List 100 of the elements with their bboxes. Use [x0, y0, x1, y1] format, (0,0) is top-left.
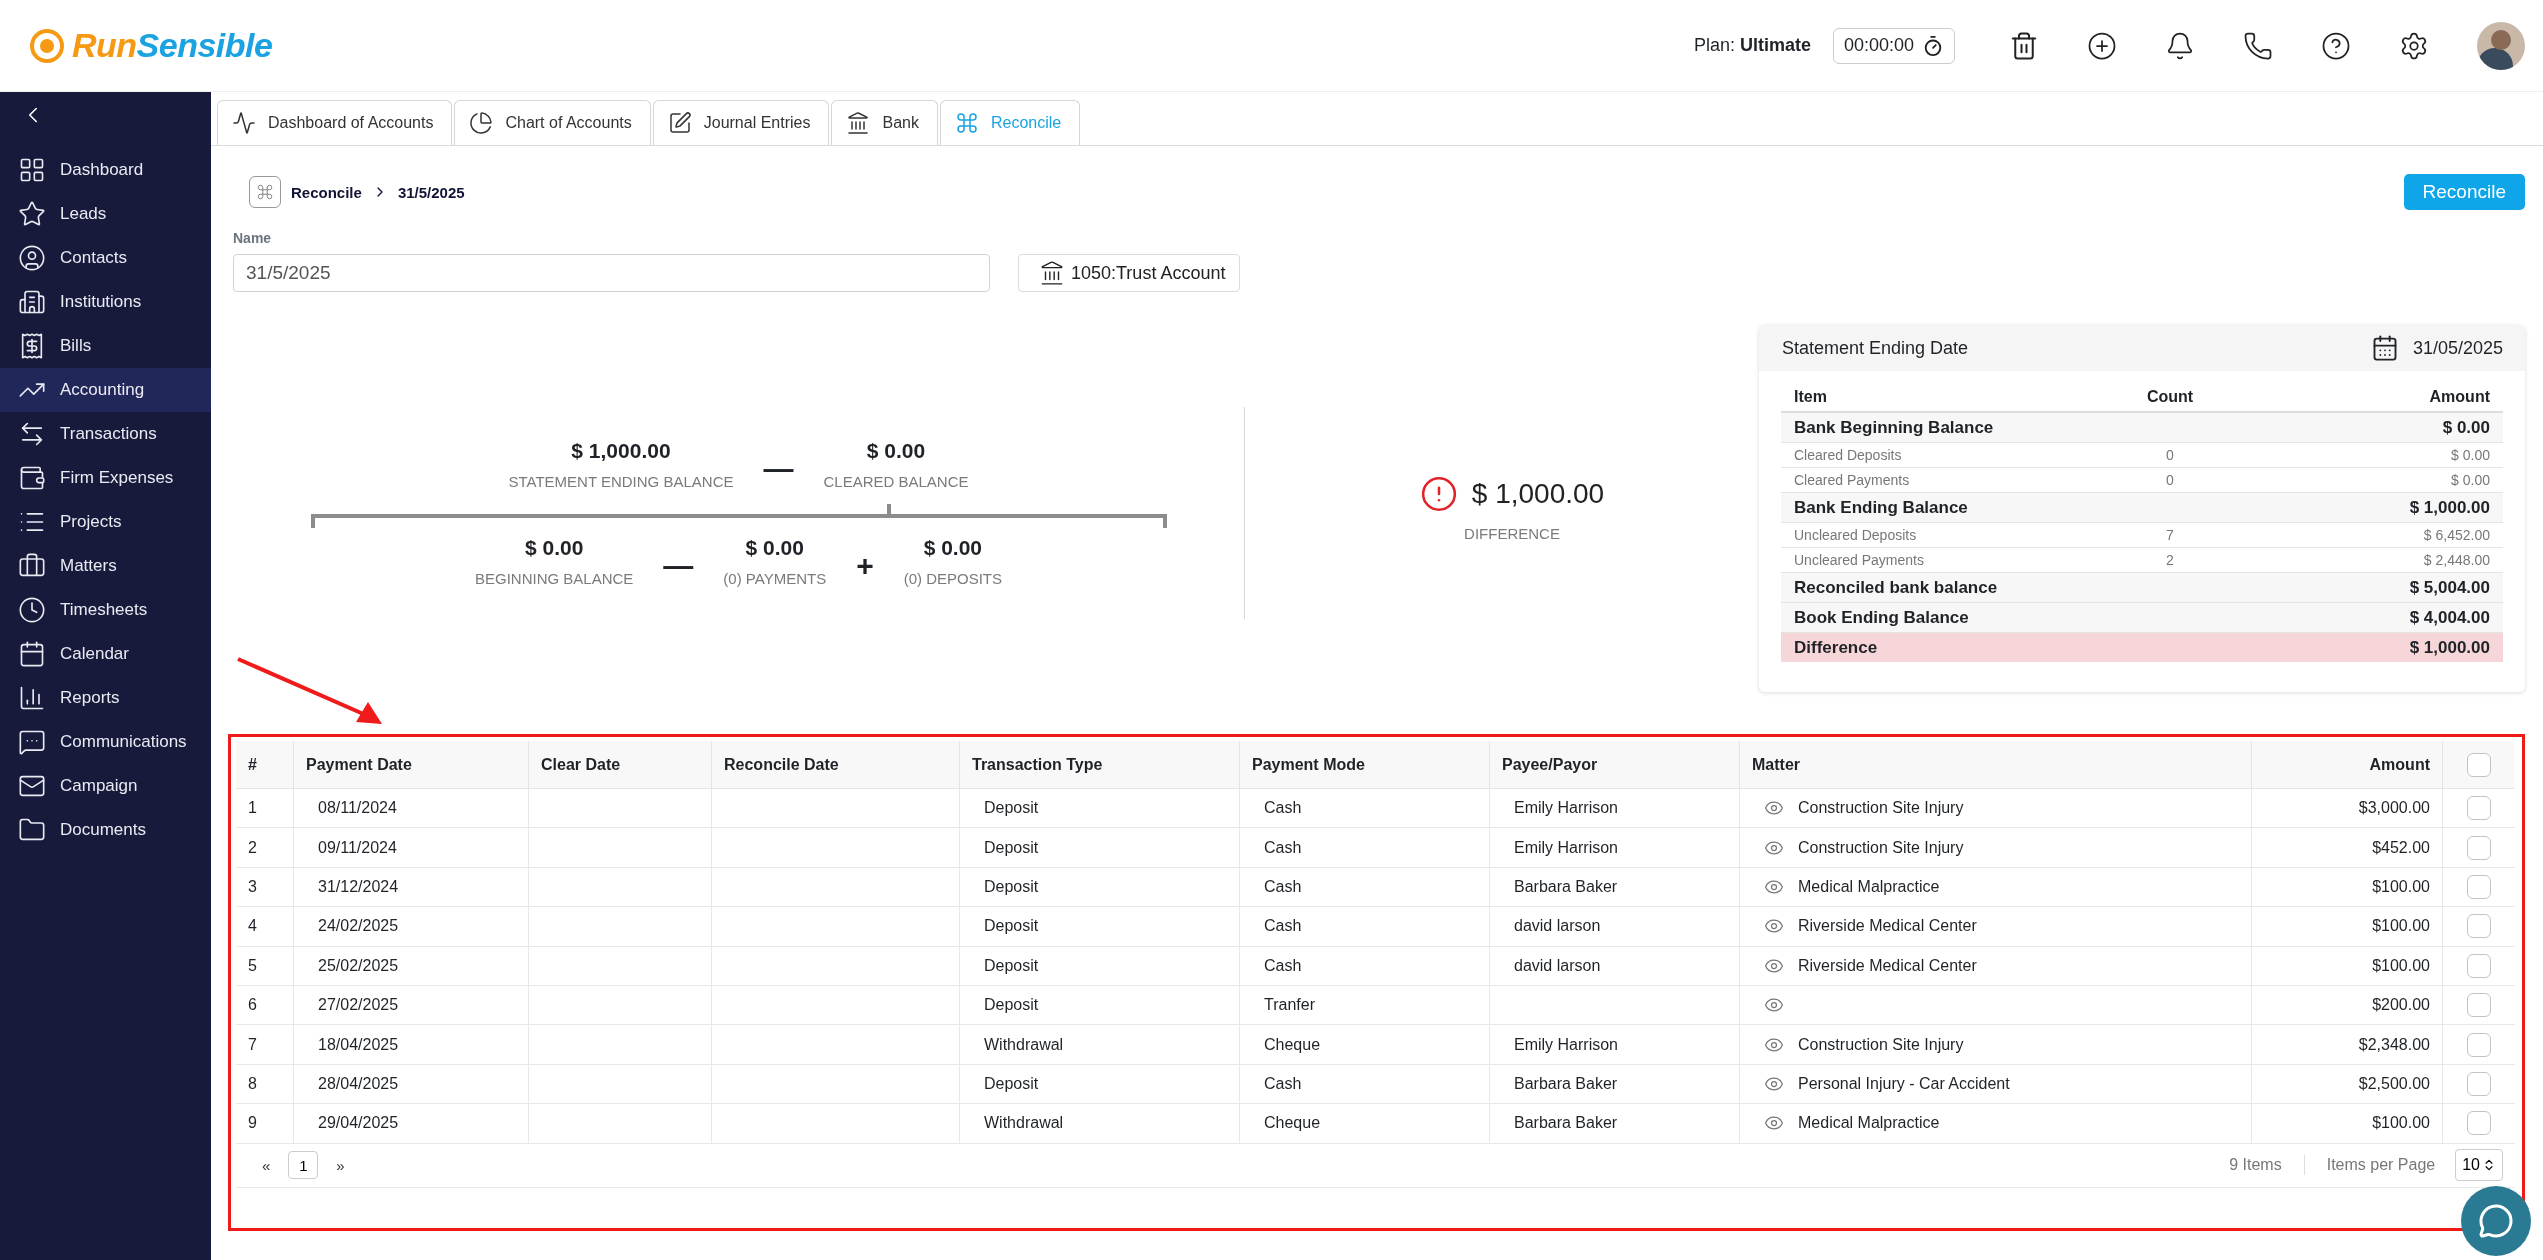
column-header: Reconcile Date — [712, 741, 960, 788]
table-cell: Emily Harrison — [1514, 1035, 1618, 1054]
previous-link[interactable]: « — [256, 1156, 277, 1174]
settings-icon[interactable] — [2399, 30, 2429, 61]
user-avatar[interactable] — [2477, 21, 2525, 70]
column-header: Payment Mode — [1240, 741, 1490, 788]
sidebar-item[interactable]: Documents — [0, 808, 211, 852]
table-cell: Withdrawal — [984, 1114, 1064, 1133]
next-link[interactable]: » — [330, 1156, 351, 1174]
balance-label: (0) PAYMENTS — [723, 569, 827, 587]
checkbox[interactable] — [2467, 1032, 2491, 1057]
difference-amount: $ 1,000.00 — [1471, 478, 1605, 510]
grid-icon — [18, 156, 46, 184]
row-number: 5 — [248, 956, 257, 975]
tab[interactable]: Dashboard of Accounts — [217, 100, 453, 145]
table-cell: 31/12/2024 — [318, 877, 399, 896]
row-number: 8 — [248, 1074, 257, 1093]
column-header: Matter — [1740, 741, 2252, 788]
column-header: Clear Date — [529, 741, 712, 788]
help-icon[interactable] — [2321, 30, 2351, 61]
column-header: Payment Date — [294, 741, 529, 788]
table-cell: Deposit — [984, 838, 1039, 857]
balance-label: BEGINNING BALANCE — [474, 569, 634, 587]
sidebar-item[interactable]: Calendar — [0, 632, 211, 676]
amount-text: $ 0.00 — [2441, 417, 2490, 438]
pencil-icon — [667, 111, 692, 135]
sidebar-item[interactable]: Bills — [0, 324, 211, 368]
checkbox[interactable] — [2467, 752, 2491, 777]
sidebar-item[interactable]: Timesheets — [0, 588, 211, 632]
per-page-select[interactable]: 10 — [2455, 1149, 2503, 1181]
sidebar-item[interactable]: Reports — [0, 676, 211, 720]
sidebar-item[interactable]: Matters — [0, 544, 211, 588]
amount-text: $ 0.00 — [2450, 472, 2490, 488]
breadcrumb-link[interactable]: Reconcile — [291, 183, 362, 201]
checkbox[interactable] — [2467, 914, 2491, 939]
item-text: Difference — [1794, 637, 1879, 658]
table-cell: david larson — [1514, 917, 1601, 936]
checkbox[interactable] — [2467, 835, 2491, 860]
sidebar-item[interactable]: Communications — [0, 720, 211, 764]
row-number: 2 — [248, 838, 257, 857]
table-cell: Cash — [1264, 877, 1302, 896]
page-button[interactable]: 1 — [288, 1151, 319, 1179]
table-cell: $2,500.00 — [2358, 1074, 2430, 1093]
per-page-label: Items per Page — [2326, 1156, 2436, 1174]
amount-text: $ 1,000.00 — [2408, 497, 2490, 518]
difference-label: DIFFERENCE — [1464, 525, 1560, 542]
checkbox[interactable] — [2467, 874, 2491, 899]
table-cell: Deposit — [984, 917, 1039, 936]
table-cell: Cash — [1264, 917, 1302, 936]
table-cell: Barbara Baker — [1514, 1114, 1618, 1133]
tab[interactable]: Chart of Accounts — [454, 100, 651, 145]
timer-field[interactable]: 00:00:00 — [1832, 27, 1955, 64]
sidebar-item[interactable]: Campaign — [0, 764, 211, 808]
count-text: 7 — [2165, 527, 2175, 543]
chat-bubble-icon — [2478, 1203, 2514, 1239]
pie-chart-icon — [469, 111, 494, 135]
add-icon[interactable] — [2087, 30, 2117, 61]
operator-sign: — — [663, 550, 694, 581]
balance-label: (0) DEPOSITS — [903, 569, 1003, 587]
bell-icon[interactable] — [2165, 30, 2195, 61]
checkbox[interactable] — [2467, 796, 2491, 821]
checkbox[interactable] — [2467, 1111, 2491, 1136]
row-number: 7 — [248, 1035, 257, 1054]
sidebar-item[interactable]: Accounting — [0, 368, 211, 412]
item-text: Uncleared Payments — [1794, 552, 1925, 568]
table-cell: Construction Site Injury — [1798, 799, 1964, 818]
table-cell: 29/04/2025 — [318, 1114, 399, 1133]
column-header: Transaction Type — [960, 741, 1240, 788]
table-cell: Riverside Medical Center — [1798, 956, 1977, 975]
bank-icon — [1039, 260, 1065, 286]
table-cell: Cash — [1264, 956, 1302, 975]
phone-icon[interactable] — [2243, 30, 2273, 61]
table-cell: Medical Malpractice — [1798, 1114, 1940, 1133]
table-cell: $200.00 — [2372, 996, 2430, 1015]
column-header: Amount — [2428, 388, 2490, 406]
trash-icon[interactable] — [2009, 30, 2039, 61]
building-icon — [18, 288, 46, 316]
tab[interactable]: Journal Entries — [652, 100, 830, 145]
sidebar-item[interactable]: Contacts — [0, 236, 211, 280]
column-header: Item — [1794, 388, 1828, 406]
checkbox[interactable] — [2467, 1071, 2491, 1096]
breadcrumb-current: 31/5/2025 — [397, 183, 465, 201]
item-text: Uncleared Deposits — [1794, 527, 1918, 543]
sidebar-item[interactable]: Projects — [0, 500, 211, 544]
table-cell: 18/04/2025 — [318, 1035, 399, 1054]
sidebar-item[interactable]: Transactions — [0, 412, 211, 456]
checkbox[interactable] — [2467, 953, 2491, 978]
sidebar-item[interactable]: Leads — [0, 192, 211, 236]
account-button[interactable]: 1050:Trust Account — [1018, 254, 1241, 292]
sidebar-item[interactable]: Institutions — [0, 280, 211, 324]
sidebar-item[interactable]: Dashboard — [0, 148, 211, 192]
name-field[interactable]: 31/5/2025 — [233, 254, 990, 292]
checkbox[interactable] — [2467, 993, 2491, 1018]
count-text: 0 — [2165, 472, 2175, 488]
sidebar-item[interactable]: Firm Expenses — [0, 456, 211, 500]
tab[interactable]: Bank — [831, 100, 938, 145]
alert-icon — [1419, 475, 1458, 513]
column-header: Amount — [2252, 741, 2443, 788]
item-text: Cleared Deposits — [1794, 447, 1903, 463]
table-cell: $3,000.00 — [2358, 799, 2430, 818]
